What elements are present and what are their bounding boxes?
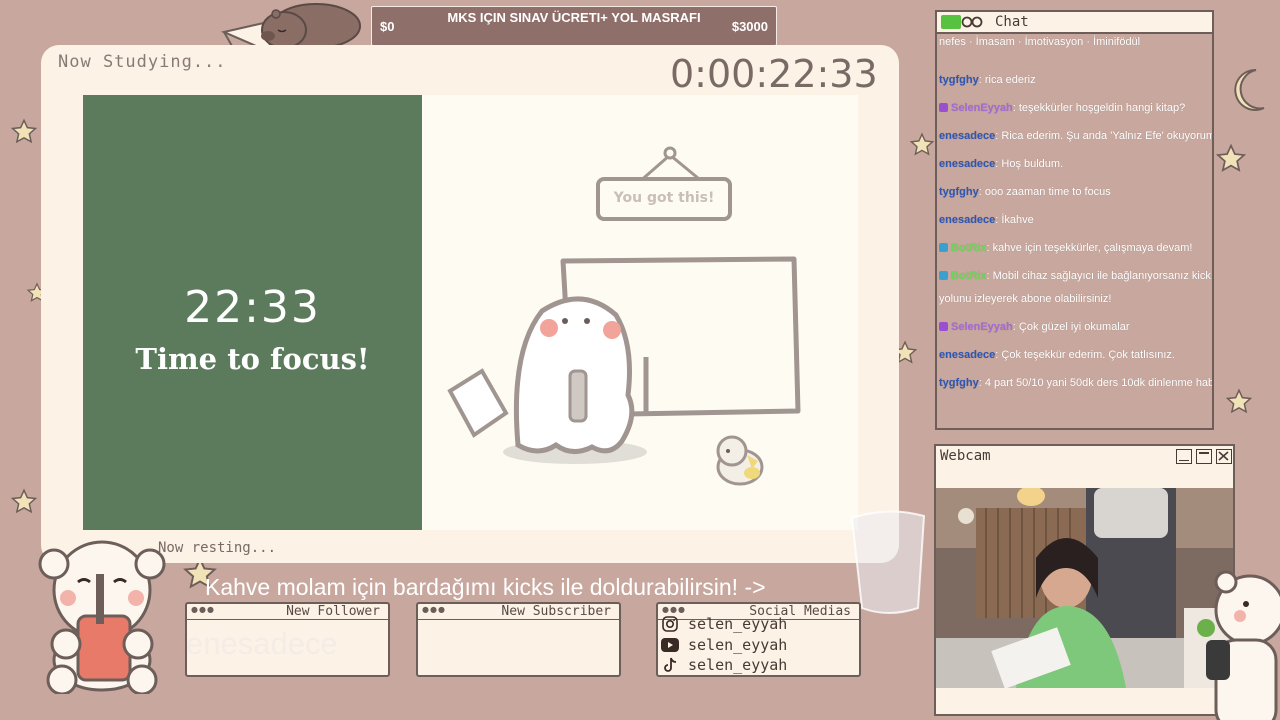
chat-username[interactable]: BotRix [951,270,986,282]
chat-message-text: : Mobil cihaz sağlayıcı ile bağlanıyorsa… [986,270,1214,282]
star-icon [10,488,38,514]
tiktok-handle: selen_eyyah [688,656,788,674]
chat-message: SelenEyyah: teşekkürler hoşgeldin hangi … [939,101,1185,115]
bot-badge-icon [939,243,948,252]
goal-min-label: $0 [380,19,395,34]
new-follower-header: New Follower [286,604,380,619]
chat-message: tygfghy: 4 part 50/10 yani 50dk ders 10d… [939,376,1214,390]
latest-follower-name: enesadece [186,626,338,661]
chat-username[interactable]: SelenEyyah [951,102,1013,114]
bear-drinking-illustration [38,540,166,694]
chat-panel: Chat nefes · İmasam · İmotivasyon · İmin… [935,10,1214,430]
window-dots-icon: ●●● [422,605,446,614]
chat-message-text: : Çok teşekkür ederim. Çok tatlısınız. [995,349,1175,361]
webcam-panel: Webcam [934,444,1235,716]
chat-message: nefes · İmasam · İmotivasyon · İminifödü… [939,35,1140,49]
star-icon [1215,143,1247,172]
social-row-tiktok: selen_eyyah [660,656,787,674]
chat-username[interactable]: enesadece [939,214,995,226]
maximize-icon[interactable] [1196,449,1212,464]
chat-username[interactable]: enesadece [939,349,995,361]
chat-title: Chat [995,14,1029,30]
chat-window-icon [941,15,983,29]
window-dots-icon: ●●● [662,605,686,614]
chat-message: BotRix: kahve için teşekkürler, çalışmay… [939,241,1192,255]
goal-max-label: $3000 [731,19,768,34]
chat-message-text: nefes · İmasam · İmotivasyon · İminifödü… [939,36,1141,48]
chat-message-text: yolunu izleyerek abone olabilirsiniz! [939,293,1112,305]
bear-peeking-illustration [1206,570,1280,720]
chat-message-text: : ooo zaaman time to focus [978,186,1111,198]
ghost-teacher-illustration [447,146,801,486]
social-row-youtube: selen_eyyah [660,636,787,654]
social-row-instagram: selen_eyyah [660,615,787,633]
chat-message-text: : teşekkürler hoşgeldin hangi kitap? [1012,102,1186,114]
youtube-icon [660,636,680,654]
broadcaster-badge-icon [939,103,948,112]
chat-message: SelenEyyah: Çok güzel iyi okumalar [939,320,1130,334]
chat-message-text: : Çok güzel iyi okumalar [1012,321,1130,333]
chat-message: tygfghy: ooo zaaman time to focus [939,185,1111,199]
youtube-handle: selen_eyyah [688,636,788,654]
chat-header: Chat [937,12,1212,34]
broadcaster-badge-icon [939,322,948,331]
chat-username[interactable]: tygfghy [939,74,979,86]
chat-message-text: : 4 part 50/10 yani 50dk ders 10dk dinle… [978,377,1214,389]
chat-username[interactable]: tygfghy [939,377,979,389]
chat-username[interactable]: tygfghy [939,186,979,198]
webcam-title: Webcam [940,448,991,464]
window-dots-icon: ●●● [191,605,215,614]
chat-message: enesadece: İkahve [939,213,1034,227]
chat-message: enesadece: Rica ederim. Şu anda 'Yalnız … [939,129,1214,143]
scrolling-ticker: Kahve molam için bardağımı kicks ile dol… [205,574,766,600]
pomodoro-countdown: 22:33 [184,282,321,333]
donation-goal-bar: $0 MKS IÇIN SINAV ÜCRETI+ YOL MASRAFI $3… [371,6,777,46]
chat-message-text: : Hoş buldum. [995,158,1064,170]
star-icon [909,132,935,156]
motivation-sign-text: You got this! [613,190,715,206]
goal-title: MKS IÇIN SINAV ÜCRETI+ YOL MASRAFI [447,10,701,25]
elapsed-time: 0:00:22:33 [670,52,878,96]
new-subscriber-header: New Subscriber [501,604,611,619]
moon-icon [1234,68,1265,111]
minimize-icon[interactable] [1176,449,1192,464]
star-icon [1225,388,1253,414]
chat-message-text: : kahve için teşekkürler, çalışmaya deva… [986,242,1193,254]
chat-username[interactable]: enesadece [939,158,995,170]
star-icon [10,118,38,144]
coffee-glass-illustration [850,510,926,614]
instagram-handle: selen_eyyah [688,615,788,633]
chat-message-text: : rica ederiz [978,74,1036,86]
new-subscriber-box: ●●● New Subscriber [416,602,621,677]
instagram-icon [660,615,680,633]
pomodoro-status: Time to focus! [135,342,370,376]
close-icon[interactable] [1216,449,1232,464]
tiktok-icon [660,656,680,674]
chat-message: BotRix: Mobil cihaz sağlayıcı ile bağlan… [939,269,1214,283]
chat-message-text: : İkahve [995,214,1034,226]
now-studying-label: Now Studying... [58,52,227,72]
chat-message: enesadece: Hoş buldum. [939,157,1063,171]
chat-message: tygfghy: rica ederiz [939,73,1036,87]
illustration-panel: You got this! [422,95,858,530]
chat-message: enesadece: Çok teşekkür ederim. Çok tatl… [939,348,1175,362]
chat-message: yolunu izleyerek abone olabilirsiniz! [939,292,1111,306]
chat-message-text: : Rica ederim. Şu anda 'Yalnız Efe' okuy… [995,130,1214,142]
chat-username[interactable]: SelenEyyah [951,321,1013,333]
chat-username[interactable]: enesadece [939,130,995,142]
webcam-video-feed [936,488,1233,688]
bot-badge-icon [939,271,948,280]
chat-username[interactable]: BotRix [951,242,986,254]
